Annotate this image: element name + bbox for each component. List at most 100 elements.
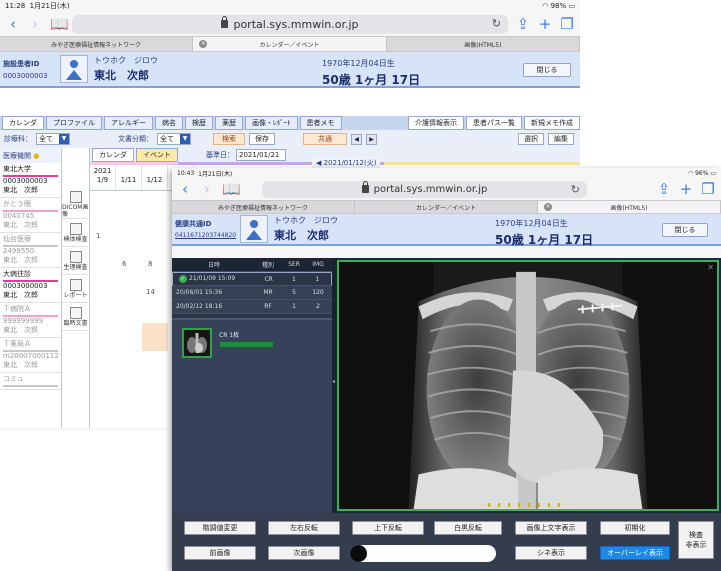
shared-button[interactable]: 共通: [303, 133, 347, 145]
edit-button[interactable]: 編集: [548, 133, 574, 145]
menu-tab-profile[interactable]: プロファイル: [46, 116, 102, 130]
count-6[interactable]: 6: [122, 260, 126, 268]
tab-calendar[interactable]: × カレンダー／イベント: [193, 37, 387, 51]
slider-knob[interactable]: [350, 545, 367, 562]
reload-icon[interactable]: ↻: [571, 183, 580, 196]
report-cell[interactable]: [142, 323, 168, 351]
chevron-down-icon: ▼: [59, 134, 69, 144]
overlay-text-button[interactable]: 画像上文字表示: [515, 521, 587, 535]
col-images: IMG: [312, 261, 324, 268]
category-dicom[interactable]: DICOM画像: [62, 191, 89, 219]
next-arrow-icon[interactable]: ▶: [366, 133, 377, 145]
menu-tab-calendar[interactable]: カレンダ: [2, 116, 44, 130]
facility-patient-id: m20007000112: [3, 352, 59, 360]
share-icon[interactable]: ⇪: [657, 181, 671, 197]
cine-button[interactable]: シネ表示: [515, 546, 587, 560]
study-date-text: 20/02/12 18:16: [176, 303, 223, 310]
reset-button[interactable]: 初期化: [600, 521, 670, 535]
save-button[interactable]: 保存: [249, 133, 275, 145]
address-bar[interactable]: portal.sys.mmwin.or.jp ↻: [72, 14, 508, 34]
dept-select[interactable]: 全て ▼: [36, 133, 70, 145]
category-temp-doc[interactable]: 臨時文書: [62, 303, 89, 331]
menu-tab-lab-history[interactable]: 検歴: [185, 116, 213, 130]
window-level-button[interactable]: 階調値変更: [184, 521, 256, 535]
dicom-viewer: 日時 種別 SER IMG ✓ 21/01/09 15:09 CR 1 1 20/06/0…: [172, 258, 721, 513]
forward-arrow-icon[interactable]: ›: [200, 181, 214, 197]
base-date-field[interactable]: 2021/01/21: [236, 149, 286, 161]
invert-button[interactable]: 白黒反転: [434, 521, 502, 535]
facility-item[interactable]: 仙台医療 2499550 東北 次郎: [0, 233, 61, 268]
menu-tab-drug-history[interactable]: 薬歴: [215, 116, 243, 130]
collapse-arrow-icon[interactable]: ◂: [332, 378, 335, 385]
category-physiology[interactable]: 生理検査: [62, 247, 89, 275]
facility-item[interactable]: 大病往診 0003000003 東北 次郎: [0, 268, 61, 303]
back-arrow-icon[interactable]: ‹: [6, 16, 20, 32]
tab-label: みやぎ医療福祉情報ネットワーク: [51, 41, 142, 49]
cine-slider[interactable]: [350, 545, 496, 562]
series-thumbnail[interactable]: [182, 328, 212, 358]
menu-tab-image-report[interactable]: 画像・ﾚﾎﾟｰﾄ: [245, 116, 298, 130]
patient-id-link[interactable]: 04116712037448​20: [175, 232, 238, 239]
forward-arrow-icon[interactable]: ›: [28, 16, 42, 32]
category-specimen[interactable]: 検体検査: [62, 219, 89, 247]
date-col[interactable]: 2021 1/9: [90, 165, 116, 190]
tab-image[interactable]: × 画像(HTML5): [538, 201, 721, 213]
facility-item[interactable]: Ｔ病院Ａ 999999999 東北 次郎: [0, 303, 61, 338]
hide-exam-button[interactable]: 検査 非表示: [678, 521, 714, 559]
patient-id-label: 健康共通ID: [175, 220, 212, 228]
study-row[interactable]: 20/06/01 15:36 MR 5 120: [172, 286, 332, 300]
menu-tab-allergy[interactable]: アレルギー: [104, 116, 153, 130]
bookmarks-icon[interactable]: 📖: [50, 16, 69, 32]
tab-network[interactable]: みやぎ医療福祉情報ネットワーク: [0, 37, 194, 51]
menu-tab-memo[interactable]: 患者メモ: [299, 116, 342, 130]
tabs-icon[interactable]: ❐: [701, 181, 715, 197]
menu-tab-disease[interactable]: 病名: [155, 116, 183, 130]
tab-network[interactable]: みやぎ医療福祉情報ネットワーク: [172, 201, 355, 213]
share-icon[interactable]: ⇪: [516, 16, 530, 32]
facility-item[interactable]: Ｔ薬局Ａ m20007000112 東北 次郎: [0, 338, 61, 373]
facility-item[interactable]: かとう眼 0040745 東北 次郎: [0, 198, 61, 233]
count-14[interactable]: 14: [146, 288, 155, 296]
prev-arrow-icon[interactable]: ◀: [351, 133, 362, 145]
tab-image[interactable]: 画像(HTML5): [387, 37, 580, 51]
reload-icon[interactable]: ↻: [492, 17, 501, 30]
select-button[interactable]: 選択: [518, 133, 544, 145]
new-tab-icon[interactable]: +: [679, 181, 693, 197]
back-arrow-icon[interactable]: ‹: [178, 181, 192, 197]
new-tab-icon[interactable]: +: [538, 16, 552, 32]
view-tab-calendar[interactable]: カレンダ: [92, 148, 134, 162]
next-image-button[interactable]: 次画像: [268, 546, 340, 560]
tabs-icon[interactable]: ❐: [560, 16, 574, 32]
close-tab-icon[interactable]: ×: [544, 203, 552, 211]
flip-vertical-button[interactable]: 上下反転: [352, 521, 424, 535]
overlay-button[interactable]: オーバーレイ表示: [600, 546, 670, 560]
xray-image-panel[interactable]: ✕: [337, 260, 719, 511]
prev-image-button[interactable]: 前画像: [184, 546, 256, 560]
care-info-button[interactable]: 介護情報表示: [408, 116, 464, 130]
facility-item[interactable]: コミュ: [0, 373, 61, 390]
flip-horizontal-button[interactable]: 左右反転: [268, 521, 340, 535]
close-image-icon[interactable]: ✕: [707, 263, 714, 272]
count-1[interactable]: 1: [96, 232, 100, 240]
study-row[interactable]: ✓ 21/01/09 15:09 CR 1 1: [172, 272, 332, 286]
count-8[interactable]: 8: [148, 260, 152, 268]
facility-item[interactable]: 東北大学 0003000003 東北 次郎: [0, 163, 61, 198]
date-col[interactable]: 1/12: [142, 165, 168, 190]
date-col[interactable]: 1/11: [116, 165, 142, 190]
category-report[interactable]: レポート: [62, 275, 89, 303]
patient-dob: 1970年12月04日生: [322, 59, 395, 68]
close-tab-icon[interactable]: ×: [199, 40, 208, 48]
address-bar[interactable]: portal.sys.mmwin.or.jp ↻: [262, 180, 587, 198]
patient-dob-block: 1970年12月04日生 50歳 1ヶ月 17日: [495, 218, 593, 248]
doc-class-select[interactable]: 全て ▼: [157, 133, 191, 145]
new-memo-button[interactable]: 新規メモ作成: [524, 116, 580, 130]
patient-path-button[interactable]: 患者パス一覧: [466, 116, 522, 130]
close-button[interactable]: 閉じる: [662, 223, 708, 237]
search-button[interactable]: 検索: [213, 133, 245, 145]
close-button[interactable]: 閉じる: [523, 63, 571, 77]
study-row[interactable]: 20/02/12 18:16 RF 1 2: [172, 300, 332, 314]
tab-calendar[interactable]: カレンダー／イベント: [355, 201, 538, 213]
prev-arrow-icon[interactable]: ◀: [316, 159, 321, 167]
bookmarks-icon[interactable]: 📖: [222, 181, 241, 197]
view-tab-event[interactable]: イベント: [136, 148, 178, 162]
